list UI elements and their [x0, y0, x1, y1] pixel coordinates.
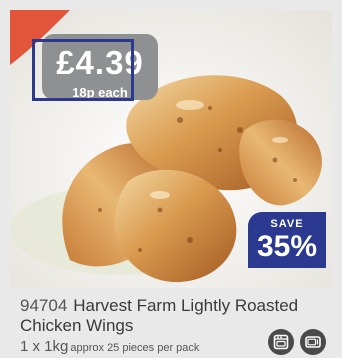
product-title-row: 94704 Harvest Farm Lightly Roasted: [20, 296, 330, 316]
cooking-icons: [268, 329, 326, 355]
microwave-icon: [300, 329, 326, 355]
oven-icon: [268, 329, 294, 355]
pack-detail: approx 25 pieces per pack: [70, 342, 200, 354]
save-label: SAVE: [270, 218, 304, 230]
product-card[interactable]: £4.39 18p each SAVE 35% 94704 Harvest Far…: [0, 0, 342, 358]
save-badge: SAVE 35%: [248, 212, 326, 268]
price-highlight-frame: [32, 39, 134, 101]
pack-size: 1 x 1kg: [20, 338, 69, 355]
save-value: 35%: [256, 230, 318, 263]
product-code: 94704: [20, 296, 68, 315]
product-name-line1[interactable]: Harvest Farm Lightly Roasted: [73, 296, 298, 315]
